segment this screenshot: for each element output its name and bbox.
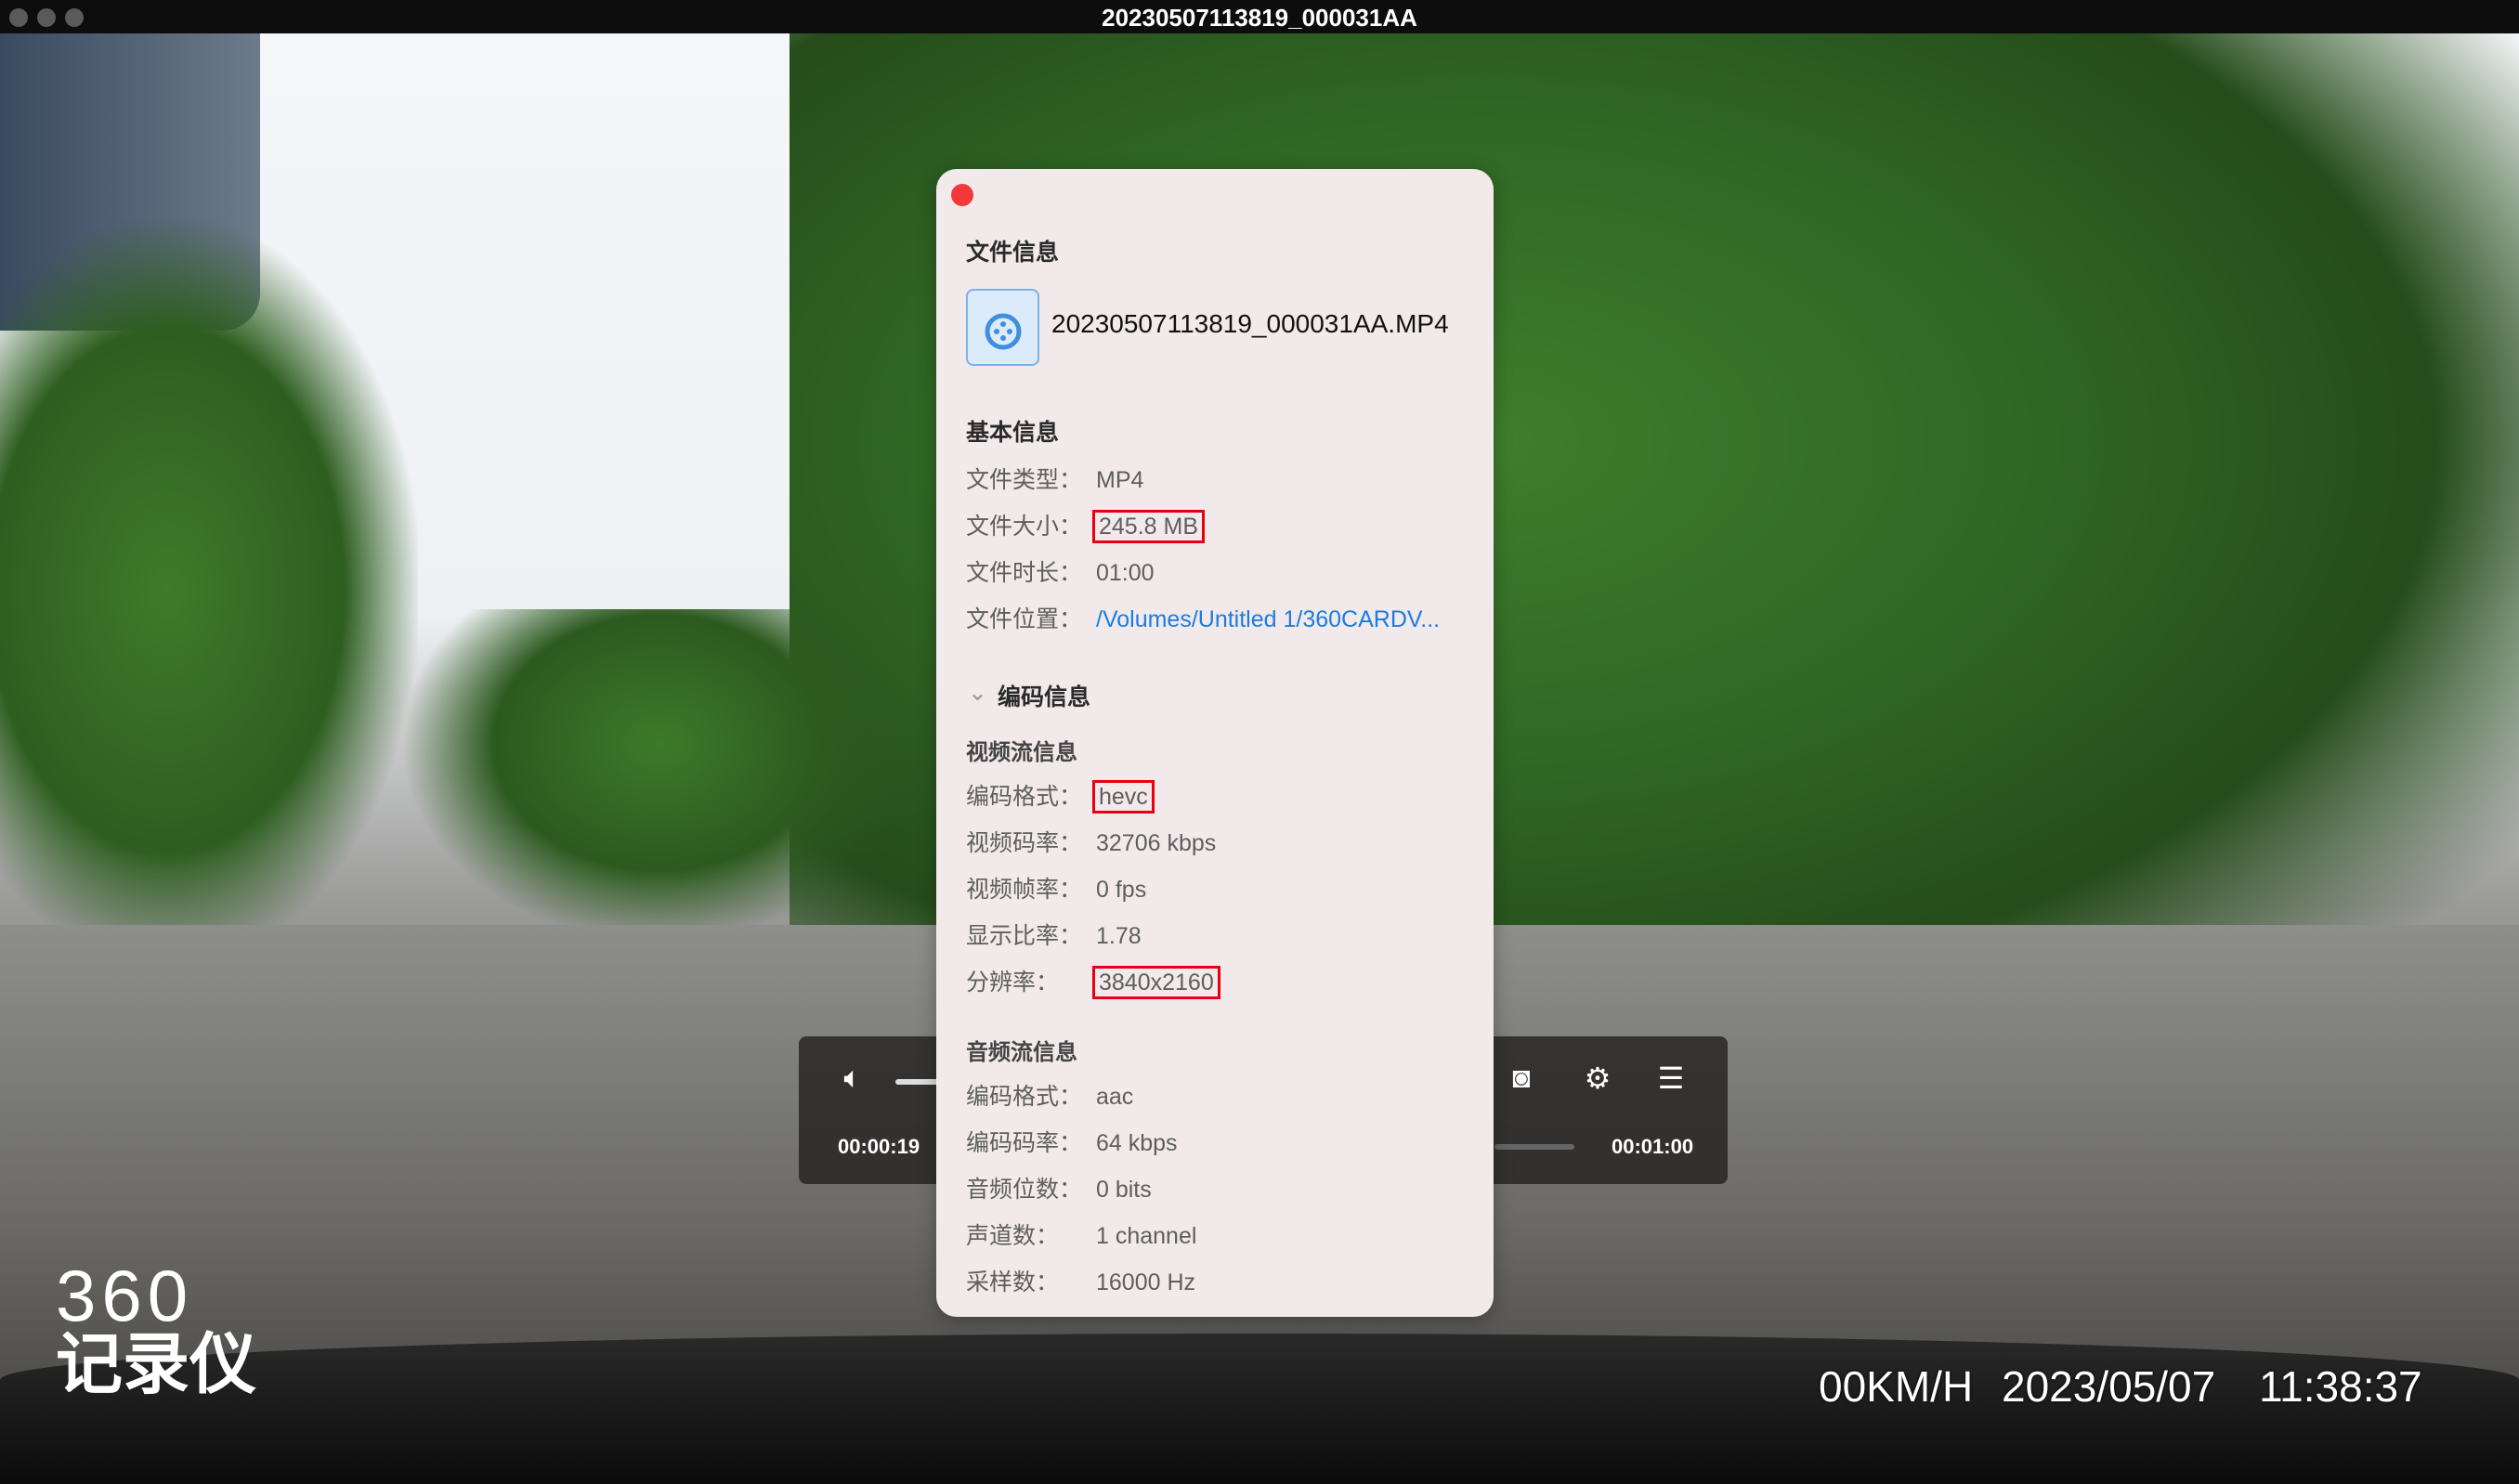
list-icon[interactable]: ☰ xyxy=(1652,1061,1690,1096)
panel-close-button[interactable] xyxy=(951,184,973,206)
row-value-highlighted: 3840x2160 xyxy=(1092,966,1220,999)
row-label: 视频码率： xyxy=(966,830,1082,856)
logo-number: 360 xyxy=(56,1259,256,1332)
info-row: 文件时长：01:00 xyxy=(966,556,1082,590)
row-label: 编码码率： xyxy=(966,1130,1082,1156)
chevron-down-icon[interactable]: ⌄ xyxy=(968,679,987,707)
progress-bar[interactable] xyxy=(1494,1144,1574,1150)
file-name: 20230507113819_000031AA.MP4 xyxy=(1051,309,1449,339)
osd-time: 11:38:37 xyxy=(2259,1361,2422,1412)
codec-info-heading[interactable]: 编码信息 xyxy=(998,679,1090,712)
row-value: aac xyxy=(1092,1080,1137,1113)
row-label: 文件大小： xyxy=(966,514,1082,540)
info-row: 文件位置：/Volumes/Untitled 1/360CARDV... xyxy=(966,603,1082,636)
info-row: 编码格式：aac xyxy=(966,1080,1082,1113)
window-title: 20230507113819_000031AA xyxy=(0,4,2519,33)
current-time: 00:00:19 xyxy=(838,1135,920,1159)
row-value: 1.78 xyxy=(1092,919,1145,953)
osd-date: 2023/05/07 xyxy=(2002,1361,2215,1412)
row-value-highlighted: 245.8 MB xyxy=(1092,510,1205,543)
info-row: 采样数：16000 Hz xyxy=(966,1266,1059,1299)
volume-slider[interactable] xyxy=(895,1079,942,1085)
row-label: 显示比率： xyxy=(966,923,1082,949)
info-row: 文件大小：245.8 MB xyxy=(966,510,1082,543)
row-label: 声道数： xyxy=(966,1223,1059,1249)
row-value: MP4 xyxy=(1092,463,1147,497)
row-value: 0 bits xyxy=(1092,1173,1155,1206)
info-row: 编码格式：hevc xyxy=(966,780,1082,814)
info-row: 视频帧率：0 fps xyxy=(966,873,1082,906)
camera-icon[interactable]: ◙ xyxy=(1503,1061,1540,1095)
row-label: 文件位置： xyxy=(966,606,1082,632)
title-bar: 20230507113819_000031AA xyxy=(0,0,2519,33)
info-row: 编码码率：64 kbps xyxy=(966,1126,1082,1160)
row-label: 编码格式： xyxy=(966,784,1082,810)
360-logo: 360 记录仪 xyxy=(56,1259,256,1399)
row-value: 0 fps xyxy=(1092,873,1150,906)
row-value: 1 channel xyxy=(1092,1219,1200,1253)
info-row: 文件类型：MP4 xyxy=(966,463,1082,497)
row-label: 采样数： xyxy=(966,1269,1059,1295)
total-time: 00:01:00 xyxy=(1612,1135,1693,1159)
row-label: 分辨率： xyxy=(966,970,1059,996)
file-info-panel: 文件信息 20230507113819_000031AA.MP4 基本信息 文件… xyxy=(936,169,1494,1317)
row-value: 32706 kbps xyxy=(1092,827,1220,860)
file-location-link[interactable]: /Volumes/Untitled 1/360CARDV... xyxy=(1092,603,1443,636)
row-value: 16000 Hz xyxy=(1092,1266,1199,1299)
row-label: 音频位数： xyxy=(966,1177,1082,1203)
info-row: 显示比率：1.78 xyxy=(966,919,1082,953)
row-label: 编码格式： xyxy=(966,1084,1082,1110)
info-row: 视频码率：32706 kbps xyxy=(966,827,1082,860)
basic-info-heading: 基本信息 xyxy=(966,414,1059,448)
info-row: 音频位数：0 bits xyxy=(966,1173,1082,1206)
volume-icon[interactable]: 🔈︎ xyxy=(834,1061,871,1096)
row-label: 视频帧率： xyxy=(966,877,1082,903)
video-trees-left xyxy=(0,219,418,962)
audio-stream-heading: 音频流信息 xyxy=(966,1034,1077,1066)
info-row: 声道数：1 channel xyxy=(966,1219,1059,1253)
row-label: 文件时长： xyxy=(966,560,1082,586)
row-label: 文件类型： xyxy=(966,467,1082,493)
logo-text: 记录仪 xyxy=(56,1332,256,1399)
video-stream-heading: 视频流信息 xyxy=(966,734,1077,766)
row-value: 64 kbps xyxy=(1092,1126,1181,1160)
row-value-highlighted: hevc xyxy=(1092,780,1155,814)
video-trees-middle xyxy=(399,609,920,944)
osd-speed: 00KM/H xyxy=(1819,1361,1973,1412)
gear-icon[interactable]: ⚙ xyxy=(1579,1061,1616,1096)
video-file-icon xyxy=(966,289,1039,366)
panel-title: 文件信息 xyxy=(966,234,1059,267)
info-row: 分辨率：3840x2160 xyxy=(966,966,1059,999)
row-value: 01:00 xyxy=(1092,556,1158,590)
